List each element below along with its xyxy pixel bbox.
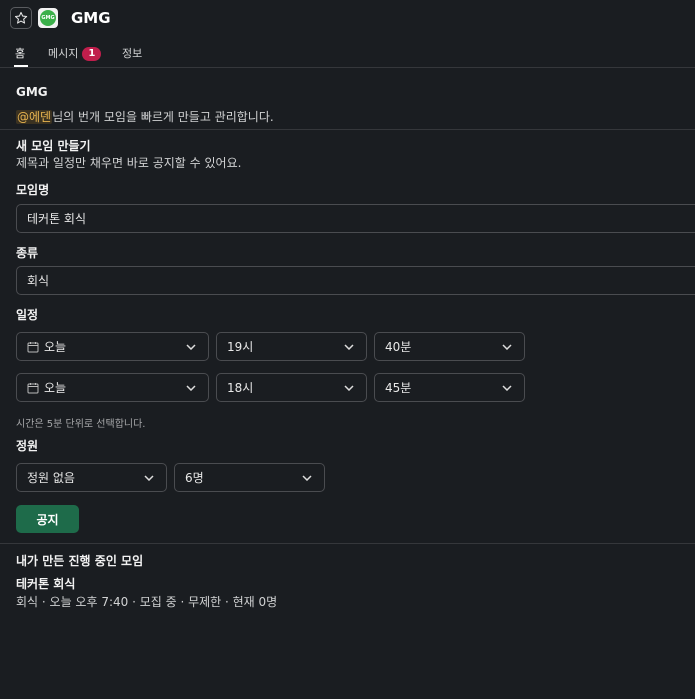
chevron-down-icon <box>142 471 156 485</box>
name-label: 모임명 <box>16 183 50 197</box>
divider <box>0 543 695 544</box>
chevron-down-icon <box>500 381 514 395</box>
tab-info-label: 정보 <box>122 47 143 60</box>
chevron-down-icon <box>342 340 356 354</box>
start-minute-select[interactable]: 40분 <box>374 332 525 361</box>
capacity-label: 정원 <box>16 439 39 453</box>
meeting-item-details: 회식 · 오늘 오후 7:40 · 모집 중 · 무제한 · 현재 0명 <box>16 595 278 609</box>
chevron-down-icon <box>184 340 198 354</box>
capacity-count-select[interactable]: 6명 <box>174 463 325 492</box>
end-minute-value: 45분 <box>385 381 412 395</box>
tab-messages[interactable]: 메시지 1 <box>48 45 102 61</box>
calendar-icon <box>27 341 39 353</box>
start-minute-value: 40분 <box>385 340 412 354</box>
submit-announce-button[interactable]: 공지 <box>16 505 79 533</box>
chevron-down-icon <box>300 471 314 485</box>
end-date-value: 오늘 <box>44 381 67 395</box>
intro-text: 님의 번개 모임을 빠르게 만들고 관리합니다. <box>52 110 274 124</box>
end-date-select[interactable]: 오늘 <box>16 373 209 402</box>
meeting-name-input[interactable]: 테커톤 회식 <box>16 204 695 233</box>
app-header: GMG GMG <box>0 0 695 38</box>
meeting-type-value: 회식 <box>27 274 50 288</box>
meeting-type-input[interactable]: 회식 <box>16 266 695 295</box>
tab-home[interactable]: 홈 <box>15 45 25 61</box>
meeting-name-value: 테커톤 회식 <box>27 212 87 226</box>
my-meetings-title: 내가 만든 진행 중인 모임 <box>16 554 144 568</box>
user-mention[interactable]: @에덴 <box>16 110 53 124</box>
app-logo-text: GMG <box>40 10 56 26</box>
time-hint: 시간은 5분 단위로 선택합니다. <box>16 419 146 430</box>
schedule-label: 일정 <box>16 308 39 322</box>
chevron-down-icon <box>500 340 514 354</box>
tab-home-label: 홈 <box>15 47 26 60</box>
capacity-count-value: 6명 <box>185 471 204 485</box>
divider <box>0 129 695 130</box>
meeting-item-name: 테커톤 회식 <box>16 577 76 591</box>
start-date-value: 오늘 <box>44 340 67 354</box>
calendar-icon <box>27 382 39 394</box>
start-hour-value: 19시 <box>227 340 254 354</box>
star-icon[interactable] <box>10 7 32 29</box>
unread-badge: 1 <box>82 47 102 61</box>
start-hour-select[interactable]: 19시 <box>216 332 367 361</box>
end-hour-select[interactable]: 18시 <box>216 373 367 402</box>
active-tab-indicator <box>14 65 28 67</box>
capacity-mode-select[interactable]: 정원 없음 <box>16 463 167 492</box>
tab-bar: 홈 메시지 1 정보 <box>0 38 695 68</box>
section-title: GMG <box>16 85 48 99</box>
create-subtitle: 제목과 일정만 채우면 바로 공지할 수 있어요. <box>16 156 242 170</box>
start-date-display: 오늘 <box>27 338 66 355</box>
tab-info[interactable]: 정보 <box>122 45 142 61</box>
start-date-select[interactable]: 오늘 <box>16 332 209 361</box>
chevron-down-icon <box>184 381 198 395</box>
end-date-display: 오늘 <box>27 379 66 396</box>
create-title: 새 모임 만들기 <box>16 139 91 153</box>
chevron-down-icon <box>342 381 356 395</box>
app-logo-icon: GMG <box>38 8 58 28</box>
tab-messages-label: 메시지 <box>48 47 79 60</box>
intro-line: @에덴님의 번개 모임을 빠르게 만들고 관리합니다. <box>16 108 274 125</box>
capacity-mode-value: 정원 없음 <box>27 471 75 485</box>
end-minute-select[interactable]: 45분 <box>374 373 525 402</box>
type-label: 종류 <box>16 246 39 260</box>
app-title: GMG <box>71 9 111 27</box>
end-hour-value: 18시 <box>227 381 254 395</box>
